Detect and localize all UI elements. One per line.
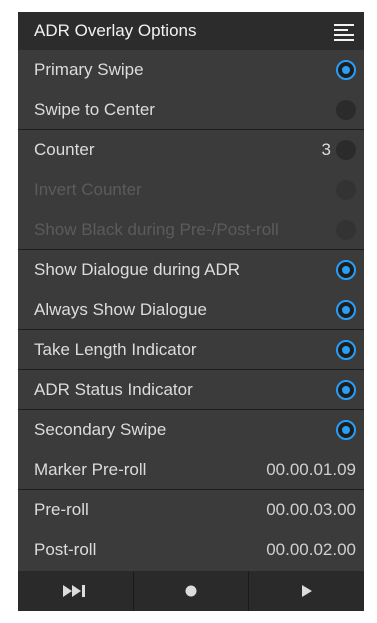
show-black-toggle [336,220,356,240]
row-adr-status-indicator[interactable]: ADR Status Indicator [18,369,364,410]
skip-forward-button[interactable] [18,571,134,611]
row-label: Pre-roll [34,500,89,519]
always-show-dialogue-toggle[interactable] [336,300,356,320]
transport-bar [18,571,364,611]
row-label: ADR Status Indicator [34,380,193,399]
row-swipe-to-center[interactable]: Swipe to Center [18,90,364,130]
row-marker-pre-roll[interactable]: Marker Pre-roll 00.00.01.09 [18,450,364,490]
panel-title: ADR Overlay Options [34,21,197,40]
row-pre-roll[interactable]: Pre-roll 00.00.03.00 [18,489,364,530]
take-length-indicator-toggle[interactable] [336,340,356,360]
counter-value: 3 [321,140,331,159]
row-label: Take Length Indicator [34,340,197,359]
pre-roll-value[interactable]: 00.00.03.00 [266,500,356,520]
row-label: Counter [34,140,95,159]
row-primary-swipe[interactable]: Primary Swipe [18,50,364,90]
row-show-black: Show Black during Pre-/Post-roll [18,210,364,250]
adr-overlay-options-panel: ADR Overlay Options Primary Swipe Swipe … [18,12,364,611]
post-roll-value[interactable]: 00.00.02.00 [266,540,356,560]
row-label: Invert Counter [34,180,142,199]
play-icon [301,585,312,597]
row-show-dialogue-during-adr[interactable]: Show Dialogue during ADR [18,249,364,290]
adr-status-indicator-toggle[interactable] [336,380,356,400]
invert-counter-toggle [336,180,356,200]
row-label: Show Black during Pre-/Post-roll [34,220,279,239]
row-label: Primary Swipe [34,60,144,79]
primary-swipe-toggle[interactable] [336,60,356,80]
hamburger-menu-icon[interactable] [334,21,354,41]
row-label: Always Show Dialogue [34,300,207,319]
row-always-show-dialogue[interactable]: Always Show Dialogue [18,290,364,330]
row-label: Show Dialogue during ADR [34,260,241,279]
row-label: Swipe to Center [34,100,155,119]
skip-forward-icon [63,585,86,597]
panel-header: ADR Overlay Options [18,12,364,50]
record-button[interactable] [134,571,250,611]
row-label: Marker Pre-roll [34,460,147,479]
marker-pre-roll-value[interactable]: 00.00.01.09 [266,460,356,480]
secondary-swipe-toggle[interactable] [336,420,356,440]
row-post-roll[interactable]: Post-roll 00.00.02.00 [18,530,364,570]
row-label: Secondary Swipe [34,420,167,439]
row-invert-counter: Invert Counter [18,170,364,210]
row-label: Post-roll [34,540,97,559]
play-button[interactable] [249,571,364,611]
row-secondary-swipe[interactable]: Secondary Swipe [18,409,364,450]
show-dialogue-during-adr-toggle[interactable] [336,260,356,280]
counter-toggle[interactable] [336,140,356,160]
row-counter[interactable]: Counter 3 [18,129,364,170]
record-icon [185,585,197,597]
swipe-to-center-toggle[interactable] [336,100,356,120]
row-take-length-indicator[interactable]: Take Length Indicator [18,329,364,370]
